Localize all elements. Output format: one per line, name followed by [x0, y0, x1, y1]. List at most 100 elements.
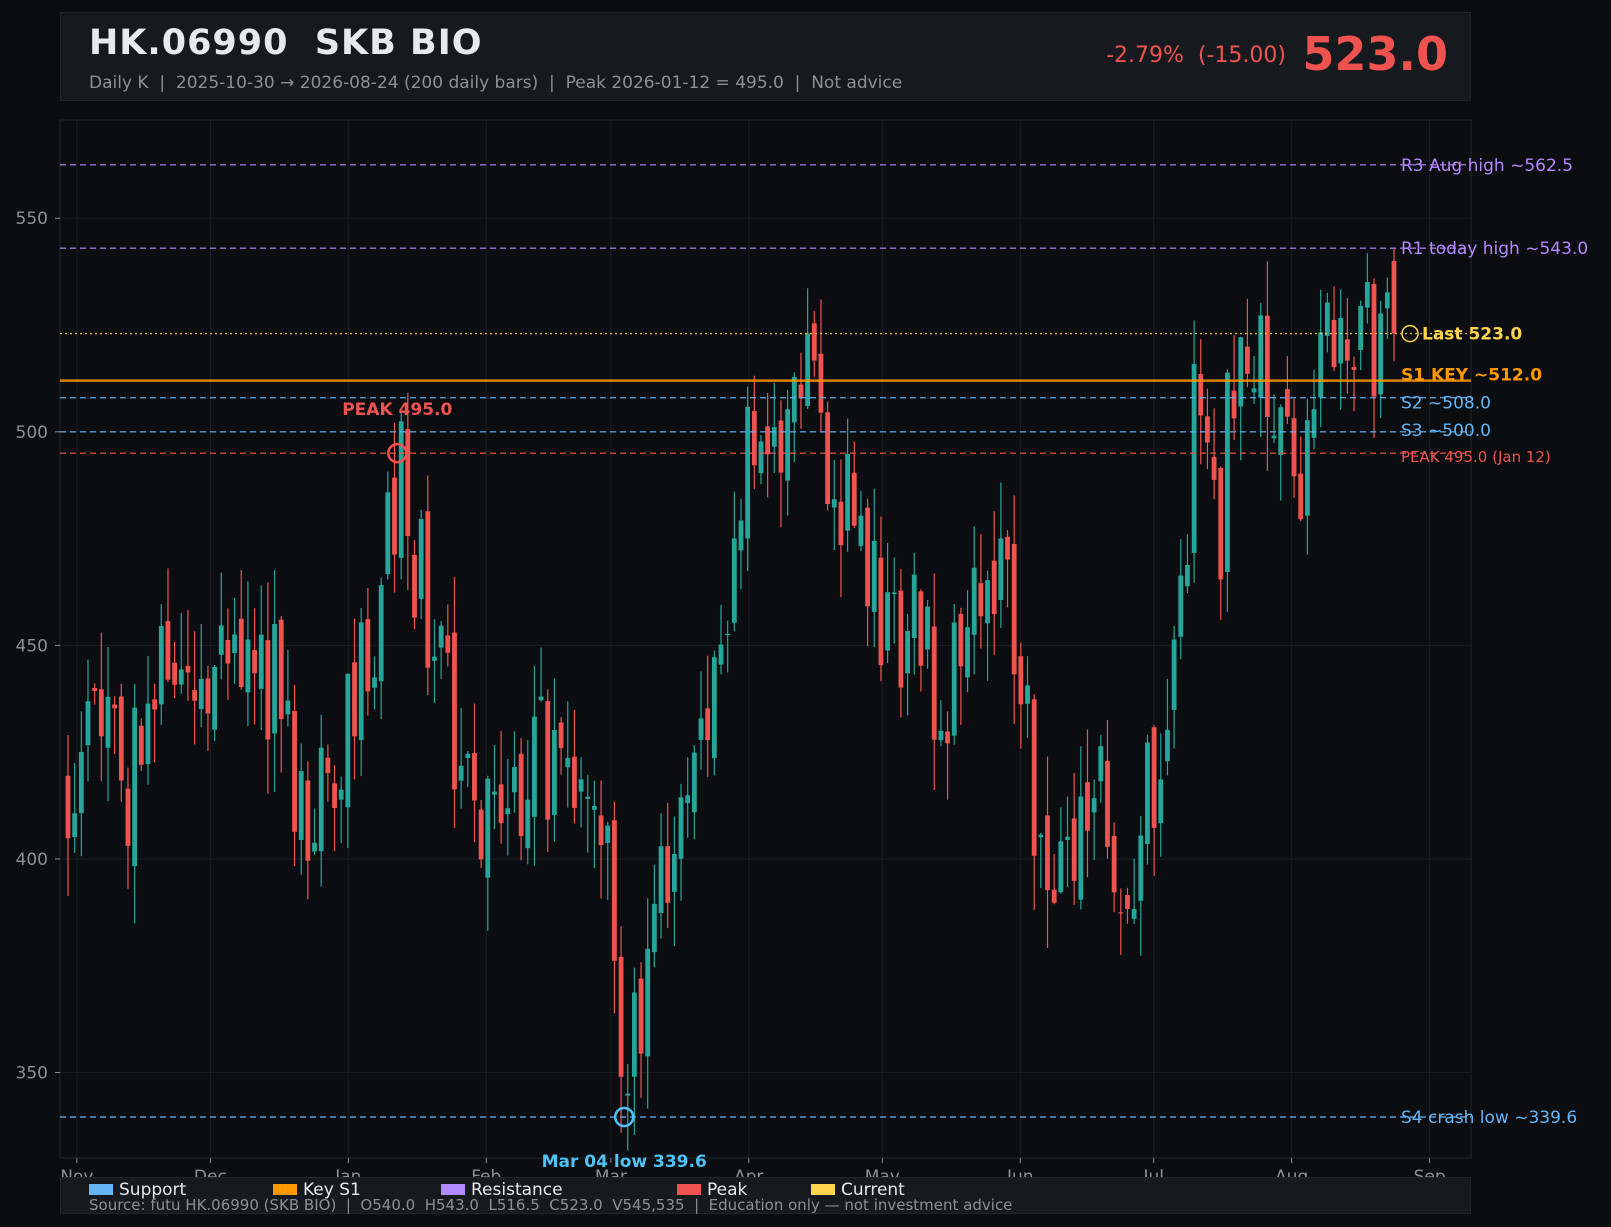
candle-body [1298, 473, 1304, 520]
candle-body [1358, 306, 1364, 350]
candle-body [358, 622, 364, 741]
candle-body [918, 591, 924, 666]
y-tick-label: 400 [16, 850, 48, 870]
candle-body [925, 606, 930, 650]
candle-body [971, 567, 977, 635]
level-label: S2 ~508.0 [1401, 394, 1491, 414]
candle-body [485, 778, 491, 878]
candle-body [811, 323, 817, 361]
candle-body [1078, 796, 1084, 900]
candle-body [658, 846, 664, 914]
x-tick-label: May [865, 1167, 900, 1177]
candle-body [991, 560, 997, 615]
candle-body [765, 426, 771, 455]
candle-body [678, 797, 684, 859]
candle-body [1091, 798, 1097, 813]
candle-body [958, 613, 964, 667]
candle-body [891, 592, 897, 595]
candle-body [1005, 536, 1010, 560]
candle-body [1311, 409, 1317, 438]
candle-body [192, 690, 198, 701]
candle-body [851, 472, 857, 526]
candle-body [118, 696, 124, 781]
source-footnote: Source: futu HK.06990 (SKB BIO) | O540.0… [89, 1196, 1013, 1214]
candle-body [245, 639, 251, 693]
candle-body [1364, 282, 1370, 308]
plot-area [59, 119, 1472, 1159]
candle-body [1338, 317, 1344, 364]
candle-body [472, 753, 477, 801]
candle-body [352, 662, 357, 737]
candle-body [1284, 389, 1290, 417]
candle-body [565, 758, 571, 768]
legend-swatch-resistance [441, 1184, 465, 1195]
candle-body [938, 730, 944, 741]
y-tick-label: 500 [16, 423, 48, 443]
candle-body [172, 662, 178, 685]
candle-body [338, 789, 344, 800]
candle-body [132, 707, 138, 867]
candle-body [1071, 818, 1077, 881]
candle-body [278, 619, 284, 720]
candle-body [1158, 779, 1164, 824]
candle-body [791, 376, 797, 423]
candle-body [1251, 388, 1257, 393]
candle [951, 603, 957, 745]
candle-body [1105, 760, 1110, 847]
candle-body [412, 554, 417, 618]
candle-body [931, 626, 937, 740]
candle-body [1264, 315, 1270, 417]
candle-body [1351, 367, 1357, 370]
candle-body [238, 618, 244, 688]
candle-body [392, 477, 397, 555]
candle-body [305, 780, 311, 861]
candle-body [825, 412, 831, 505]
candle-body [858, 515, 864, 546]
candle-body [572, 756, 577, 808]
candle-body [1178, 575, 1184, 637]
candle-body [598, 815, 604, 846]
legend-swatch-support [89, 1184, 113, 1195]
candle-body [585, 796, 591, 799]
annotation-label: PEAK 495.0 [342, 400, 452, 420]
candle-body [332, 783, 337, 809]
candle-body [218, 625, 224, 655]
candle-body [1131, 909, 1137, 919]
candle [825, 401, 831, 511]
candle-body [465, 753, 471, 758]
candle-body [72, 813, 78, 838]
candle-body [1018, 656, 1024, 705]
candle-body [1331, 319, 1337, 368]
candle-body [738, 520, 744, 551]
candle-body [1304, 420, 1310, 516]
level-label: S1 KEY ~512.0 [1401, 366, 1542, 386]
candle-body [458, 765, 464, 781]
candle-body [1318, 332, 1324, 398]
candle-body [1384, 292, 1390, 309]
candle-body [705, 708, 711, 741]
candle-body [1125, 894, 1130, 909]
candle-body [198, 678, 204, 710]
y-tick-label: 450 [16, 636, 48, 656]
candle-body [1378, 313, 1384, 395]
candle-body [905, 630, 910, 674]
candle-body [1011, 544, 1017, 675]
x-tick-label: Dec [194, 1167, 227, 1177]
candle-body [911, 574, 917, 639]
candle-body [978, 583, 984, 617]
candle-body [552, 729, 557, 815]
candle-body [418, 519, 424, 599]
candle-body [1145, 742, 1150, 845]
candle [711, 650, 717, 776]
candle-body [831, 499, 837, 508]
candle-body [691, 752, 697, 813]
candle-body [645, 948, 651, 1057]
candle-body [1085, 782, 1090, 831]
candle-body [758, 441, 764, 474]
candle-body [178, 669, 184, 685]
candle-body [1045, 815, 1050, 891]
candle-body [205, 678, 211, 714]
candle-body [232, 634, 237, 654]
candle-body [1138, 835, 1144, 901]
x-tick-label: Aug [1275, 1167, 1308, 1177]
